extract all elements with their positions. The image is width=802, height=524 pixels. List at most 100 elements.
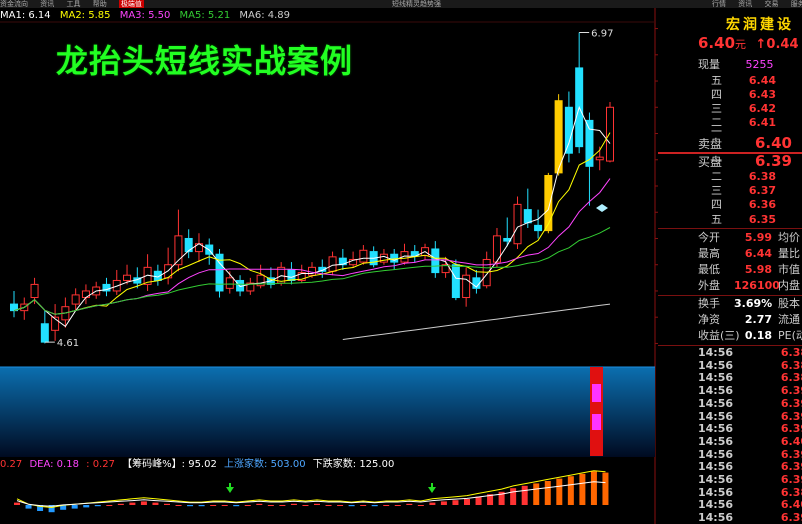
sell-line[interactable]: 卖盘 6.40 [698, 134, 792, 152]
stat-turnover-name: 换手 [698, 297, 720, 310]
candle-body [40, 323, 49, 343]
price-line: 6.40元 ↑0.44 [698, 34, 799, 52]
bid-2-name: 二 [711, 170, 722, 183]
chip-peak-bar-segment [592, 414, 601, 430]
bid-4[interactable]: 四 6.36 [698, 198, 776, 211]
macd-bar [117, 503, 124, 505]
macd-bar [383, 505, 390, 506]
ma-line [13, 178, 611, 315]
macd-bar [360, 505, 367, 506]
price-unit: 元 [735, 38, 747, 51]
sell-label: 卖盘 [698, 137, 723, 151]
overlay-title: 龙抬头短线实战案例 [56, 42, 354, 80]
stat-float-name: 流通 [778, 313, 800, 326]
macd-bar [25, 505, 32, 509]
chip-label: 【筹码峰%】: 95.02 [122, 459, 217, 470]
down-count-label: 下跌家数: 125.00 [312, 459, 395, 470]
stat-pe-name: PE(动 [778, 329, 802, 342]
ask-5[interactable]: 五 6.44 [698, 74, 776, 87]
macd-bar [533, 483, 540, 505]
bid-1[interactable]: 一 [698, 155, 776, 168]
macd-label: : 0.27 [86, 459, 115, 470]
quote-panel: 宏润建设 6.40元 ↑0.44 现量 5255 五 6.44 四 6.43 三 6.… [658, 8, 802, 524]
ask-4[interactable]: 四 6.43 [698, 88, 776, 101]
macd-bar [544, 481, 551, 505]
macd-bar [106, 505, 113, 506]
stat-ratio-name: 量比 [778, 247, 800, 260]
candle-body [225, 277, 234, 289]
macd-bar [429, 502, 436, 505]
ask-4-price: 6.43 [748, 88, 776, 101]
stat-avg-name: 均价 [778, 231, 800, 244]
macd-bar [452, 500, 459, 505]
stat-inner-name: 内盘 [778, 279, 800, 292]
chip-peak-bar-segment [592, 384, 601, 402]
ma-line [342, 303, 611, 340]
last-price: 6.40 [698, 34, 736, 52]
stat-open-value: 5.99 [744, 231, 772, 244]
stat-turnover-value: 3.69% [734, 297, 773, 310]
candle-body [544, 175, 553, 232]
macd-bar [164, 503, 170, 505]
indicator-a: 0.27 [0, 459, 23, 470]
ask-3[interactable]: 三 6.42 [698, 102, 776, 115]
price-change-value: 0.44 [766, 37, 799, 52]
macd-bar [579, 473, 586, 505]
macd-bar [602, 472, 609, 505]
bid-1-name: 一 [711, 155, 722, 168]
ask-3-price: 6.42 [748, 102, 776, 115]
candle-body [451, 264, 460, 299]
macd-bar [233, 505, 240, 507]
volume-line: 现量 5255 [698, 56, 774, 72]
stat-outer: 外盘 126100内盘 [698, 278, 800, 294]
stat-outer-value: 126100 [734, 279, 780, 292]
bid-5[interactable]: 五 6.35 [698, 213, 776, 226]
macd-bar [521, 485, 528, 505]
stat-netasset-value: 2.77 [744, 313, 772, 326]
macd-bar [406, 503, 413, 505]
macd-bar [417, 505, 424, 506]
stat-open-name: 今开 [698, 231, 720, 244]
stat-high: 最高 6.44 量比 [698, 246, 800, 262]
macd-bar [394, 505, 401, 506]
candle-body [359, 249, 368, 263]
stats-divider [658, 228, 802, 229]
macd-bar [267, 505, 274, 506]
macd-bar [210, 505, 217, 506]
candle-body [431, 248, 440, 274]
candle-body [390, 253, 399, 263]
macd-bar [567, 476, 574, 505]
buy-arrow-icon [428, 483, 436, 493]
macd-bar [475, 496, 482, 505]
macd-bar [152, 502, 159, 505]
macd-bar [302, 505, 309, 506]
candle-body [606, 106, 614, 162]
ask-5-price: 6.44 [748, 74, 776, 87]
macd-bar [371, 505, 378, 507]
macd-bar [510, 488, 517, 505]
indicator-legend: 0.27 DEA: 0.18 : 0.27 【筹码峰%】: 95.02 上涨家数… [0, 458, 398, 472]
tick-price: 6.39 [780, 511, 802, 524]
stat-low-value: 5.98 [744, 263, 772, 276]
volume-value: 5255 [745, 58, 774, 71]
stat-eps-name: 收益(三) [698, 329, 740, 342]
ask-4-name: 四 [711, 88, 722, 101]
macd-bar [590, 471, 597, 505]
stat-low: 最低 5.98 市值 [698, 262, 800, 278]
chip-peak-bar [590, 367, 603, 456]
bid-3[interactable]: 三 6.37 [698, 184, 776, 197]
bid-2[interactable]: 二 6.38 [698, 170, 776, 183]
stock-name: 宏润建设 [726, 17, 794, 33]
candle-body [123, 274, 132, 281]
stat-shares-name: 股本 [778, 297, 800, 310]
macd-bar [348, 505, 355, 507]
stat-netasset: 净资 2.77 流通 [698, 312, 800, 328]
candle-body [71, 294, 80, 305]
macd-bar [221, 505, 228, 506]
price-change: ↑0.44 [755, 37, 799, 52]
stat-mktcap-name: 市值 [778, 263, 800, 276]
candle-body [513, 203, 522, 245]
macd-bar [290, 503, 297, 505]
stat-high-name: 最高 [698, 247, 720, 260]
macd-bar [83, 505, 90, 508]
